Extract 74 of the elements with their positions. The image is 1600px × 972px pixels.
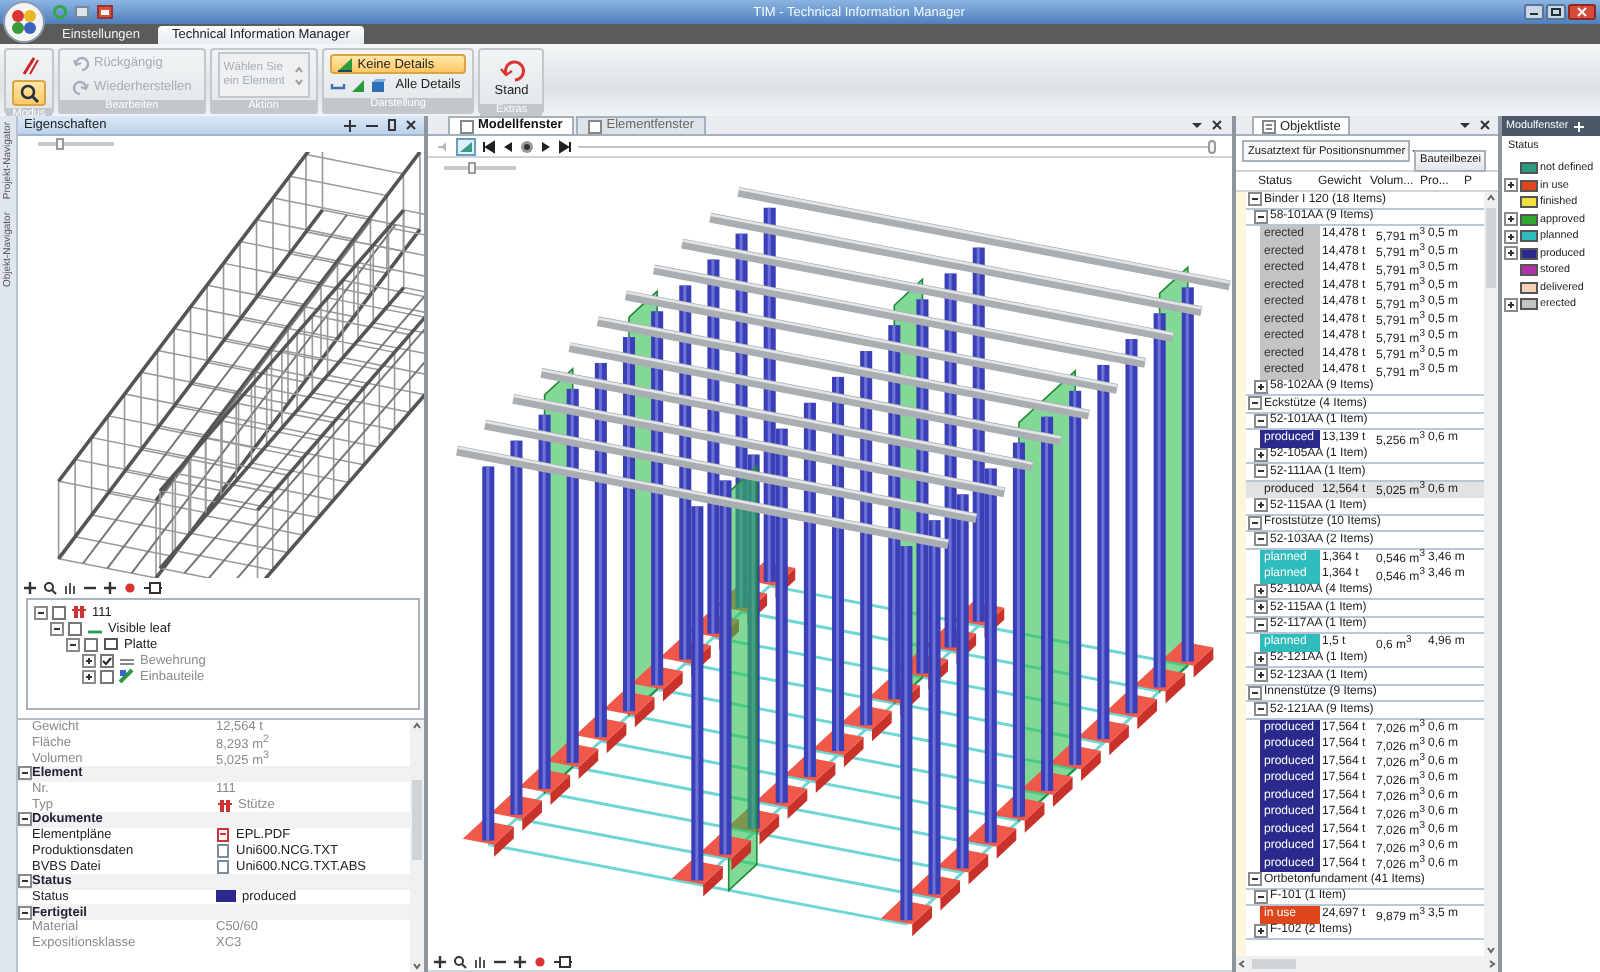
maximize-icon[interactable] xyxy=(1546,4,1566,20)
expander-icon[interactable] xyxy=(1254,498,1268,513)
expander-icon[interactable] xyxy=(1248,685,1262,700)
expander-icon[interactable] xyxy=(18,874,32,889)
expander-icon[interactable] xyxy=(1254,651,1268,666)
step-forward-icon[interactable] xyxy=(540,139,552,153)
expander-icon[interactable] xyxy=(18,812,32,827)
expander-icon[interactable] xyxy=(1248,872,1262,887)
redo-icon xyxy=(72,78,90,96)
magnifier-button[interactable] xyxy=(12,80,46,106)
vertical-scrollbar[interactable] xyxy=(410,720,424,972)
parts-icon xyxy=(118,668,136,684)
expander-icon[interactable] xyxy=(1504,178,1518,193)
expander-icon[interactable] xyxy=(1248,192,1262,207)
vertical-scrollbar[interactable] xyxy=(1484,192,1498,956)
expander-icon[interactable] xyxy=(1254,209,1268,224)
close-icon[interactable] xyxy=(1478,118,1492,132)
expander-icon[interactable] xyxy=(1248,396,1262,411)
close-icon[interactable] xyxy=(1210,118,1224,132)
plate-icon xyxy=(102,636,120,652)
expander-icon[interactable] xyxy=(18,905,32,920)
step-back-icon[interactable] xyxy=(502,139,514,153)
horizontal-scrollbar[interactable] xyxy=(1236,956,1498,972)
expander-icon[interactable] xyxy=(1254,379,1268,394)
pencil-icon xyxy=(18,54,40,76)
column-icon xyxy=(216,797,232,812)
pdf-icon xyxy=(216,828,230,843)
timeline-slider[interactable] xyxy=(578,145,1216,147)
fit-icon[interactable] xyxy=(552,954,574,970)
fit-icon[interactable] xyxy=(142,580,164,596)
close-icon[interactable] xyxy=(404,118,418,132)
checkbox[interactable] xyxy=(52,605,66,619)
expander-icon[interactable] xyxy=(1254,583,1268,598)
checkbox[interactable] xyxy=(84,637,98,651)
expander-icon[interactable] xyxy=(1254,923,1268,938)
column-icon xyxy=(70,604,88,620)
magnifier-icon xyxy=(18,82,40,104)
record-icon[interactable] xyxy=(520,139,534,153)
skip-end-icon[interactable] xyxy=(558,139,572,153)
expander-icon[interactable] xyxy=(1254,447,1268,462)
expander-icon[interactable] xyxy=(34,605,48,619)
slider-thumb[interactable] xyxy=(1208,139,1216,153)
expander-icon[interactable] xyxy=(1254,464,1268,479)
pin-icon[interactable] xyxy=(386,117,398,133)
expander-icon[interactable] xyxy=(1254,668,1268,683)
zoom-in-icon[interactable] xyxy=(512,954,528,970)
search-icon[interactable] xyxy=(42,580,58,596)
minimize-icon[interactable] xyxy=(1524,4,1544,20)
move-icon[interactable] xyxy=(22,580,38,596)
expander-icon[interactable] xyxy=(1254,617,1268,632)
zoom-in-icon[interactable] xyxy=(102,580,118,596)
expander-icon[interactable] xyxy=(1254,702,1268,717)
expander-icon[interactable] xyxy=(1254,889,1268,904)
expander-icon[interactable] xyxy=(1254,532,1268,547)
expander-icon[interactable] xyxy=(1254,413,1268,428)
search-icon[interactable] xyxy=(452,954,468,970)
undo-icon xyxy=(72,54,90,72)
skip-start-icon[interactable] xyxy=(482,139,496,153)
cube-icon[interactable] xyxy=(369,77,386,93)
expander-icon[interactable] xyxy=(1504,229,1518,244)
pin-icon[interactable] xyxy=(342,117,358,133)
move-icon[interactable] xyxy=(432,954,448,970)
expander-icon[interactable] xyxy=(1504,246,1518,261)
expander-icon[interactable] xyxy=(66,637,80,651)
expander-icon[interactable] xyxy=(1504,212,1518,227)
close-icon[interactable] xyxy=(1568,4,1596,20)
expander-icon[interactable] xyxy=(1248,515,1262,530)
expander-icon[interactable] xyxy=(18,766,32,781)
expander-icon[interactable] xyxy=(50,621,64,635)
expander-icon[interactable] xyxy=(1504,297,1518,312)
slider-thumb[interactable] xyxy=(56,138,65,150)
expander-icon[interactable] xyxy=(1254,600,1268,615)
checkbox[interactable] xyxy=(68,621,82,635)
slider-thumb[interactable] xyxy=(468,162,477,174)
